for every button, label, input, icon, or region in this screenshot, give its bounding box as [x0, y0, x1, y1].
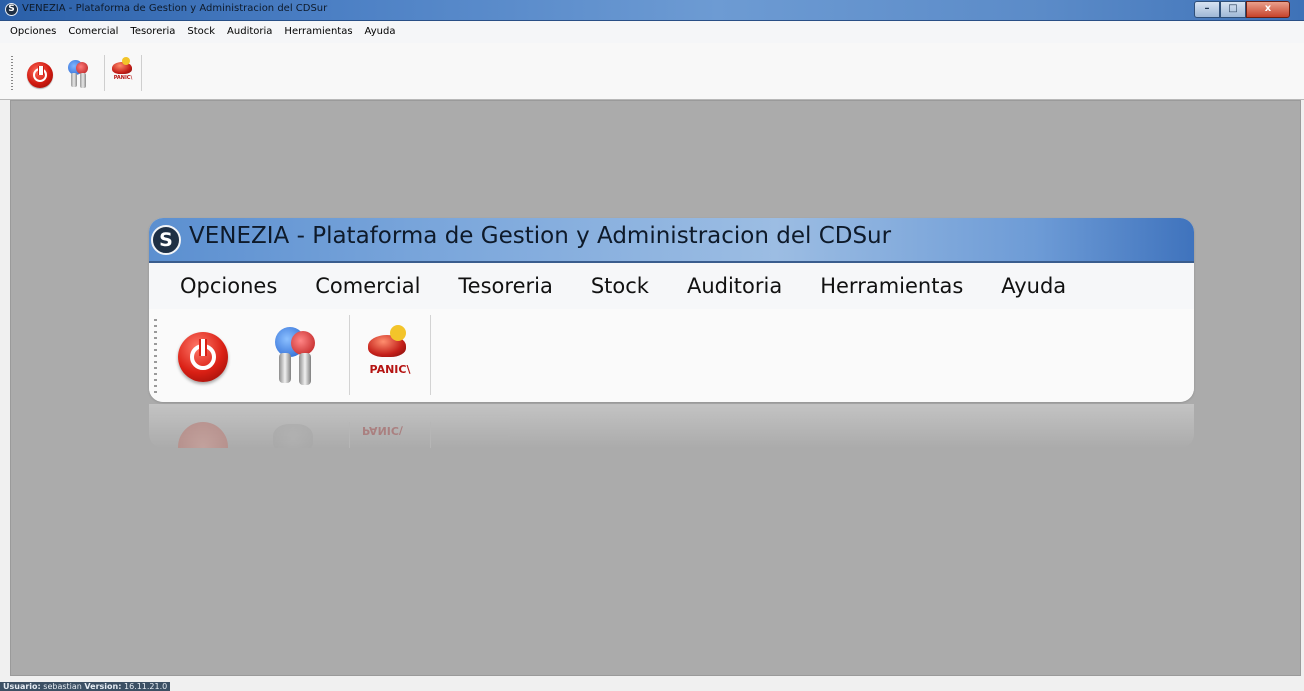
- close-button[interactable]: x: [1246, 1, 1290, 18]
- splash-title: VENEZIA - Plataforma de Gestion y Admini…: [189, 223, 892, 249]
- reflection-power-icon: [178, 422, 228, 448]
- panic-label: PANIC\: [113, 75, 133, 81]
- key-shaft: [80, 73, 86, 88]
- status-bar: [0, 677, 1304, 691]
- title-bar[interactable]: S VENEZIA - Plataforma de Gestion y Admi…: [0, 0, 1304, 21]
- minimize-button[interactable]: –: [1194, 1, 1220, 18]
- menu-opciones[interactable]: Opciones: [0, 21, 62, 43]
- version-value: 16.11.21.0: [123, 682, 168, 691]
- splash-toolbar-grip: [154, 319, 157, 393]
- splash-power-icon: [178, 332, 228, 382]
- reflection-keys-icon: [273, 424, 313, 448]
- splash-toolbar: PANIC\: [149, 309, 1194, 402]
- toolbar: PANIC\: [0, 43, 1304, 100]
- splash-menu-ayuda: Ayuda: [1001, 274, 1067, 298]
- key-shaft: [71, 73, 77, 87]
- splash-key-shaft: [299, 353, 311, 385]
- splash-panic-figure: [390, 325, 406, 341]
- app-logo-icon: S: [5, 3, 18, 16]
- menu-auditoria[interactable]: Auditoria: [221, 21, 278, 43]
- splash-reflection: PANIC\: [149, 404, 1194, 448]
- splash-logo-icon: S: [151, 225, 181, 255]
- reflection-panic-label: PANIC\: [362, 424, 403, 437]
- panic-figure: [122, 57, 130, 65]
- status-info: Usuario: sebastian Version: 16.11.21.0: [0, 682, 171, 691]
- menu-ayuda[interactable]: Ayuda: [359, 21, 402, 43]
- window-controls: – □ x: [1194, 1, 1290, 18]
- menu-stock[interactable]: Stock: [181, 21, 221, 43]
- splash-title-bar: S VENEZIA - Plataforma de Gestion y Admi…: [149, 218, 1194, 263]
- user-label: Usuario:: [3, 682, 41, 691]
- splash-menu-comercial: Comercial: [315, 274, 421, 298]
- splash-keys-icon: [273, 325, 325, 387]
- menu-herramientas[interactable]: Herramientas: [278, 21, 358, 43]
- splash-banner: S VENEZIA - Plataforma de Gestion y Admi…: [149, 218, 1194, 402]
- splash-menu-tesoreria: Tesoreria: [458, 274, 553, 298]
- splash-power-bar: [199, 339, 207, 356]
- panic-icon: [112, 62, 132, 74]
- splash-panic-label: PANIC\: [369, 363, 411, 376]
- reflection-panic-icon: PANIC\: [349, 422, 431, 448]
- window-title: VENEZIA - Plataforma de Gestion y Admini…: [22, 3, 328, 14]
- keys-button[interactable]: [68, 60, 90, 90]
- splash-menu-stock: Stock: [590, 274, 649, 298]
- splash-key-red: [291, 331, 315, 355]
- maximize-button[interactable]: □: [1220, 1, 1246, 18]
- splash-menu: Opciones Comercial Tesoreria Stock Audit…: [149, 263, 1194, 309]
- menu-comercial[interactable]: Comercial: [62, 21, 124, 43]
- splash-key-shaft: [279, 353, 291, 383]
- user-value: sebastian: [43, 682, 82, 691]
- power-icon-bar: [38, 66, 44, 75]
- menu-tesoreria[interactable]: Tesoreria: [124, 21, 181, 43]
- power-button[interactable]: [27, 62, 53, 88]
- splash-menu-herramientas: Herramientas: [820, 274, 964, 298]
- toolbar-grip[interactable]: [11, 56, 13, 90]
- panic-button[interactable]: PANIC\: [104, 55, 142, 91]
- splash-panic-icon: PANIC\: [349, 315, 431, 395]
- menu-bar: Opciones Comercial Tesoreria Stock Audit…: [0, 21, 1304, 43]
- splash-menu-opciones: Opciones: [180, 274, 278, 298]
- version-label: Version:: [84, 682, 122, 691]
- splash-menu-auditoria: Auditoria: [686, 274, 783, 298]
